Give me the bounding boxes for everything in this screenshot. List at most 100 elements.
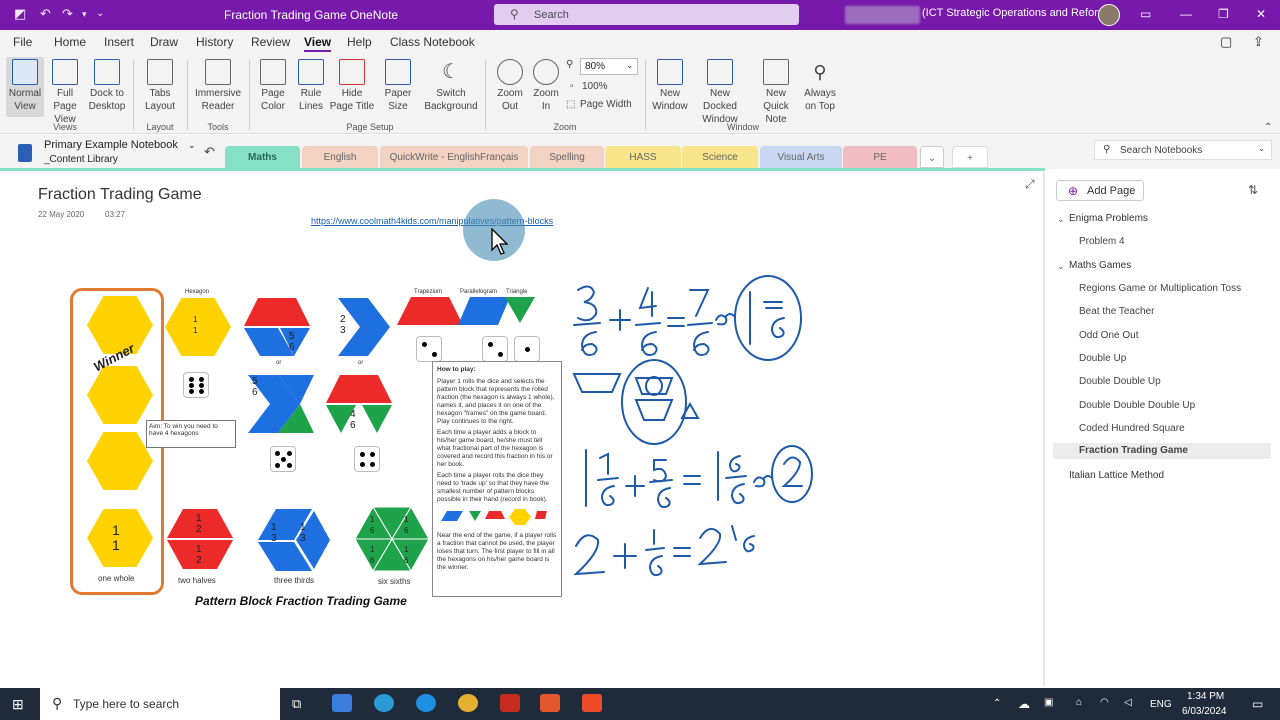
notebook-name[interactable]: Primary Example Notebook [44, 139, 178, 151]
menu-file[interactable]: File [13, 35, 32, 49]
new-window-button[interactable]: New Window [650, 57, 690, 117]
app-c-icon[interactable] [582, 694, 602, 712]
redo-icon[interactable]: ↷ [62, 6, 73, 22]
zoom-100-button[interactable]: 100% [582, 81, 608, 92]
search-scope-dropdown-icon[interactable]: ⌄ [1258, 144, 1265, 153]
menu-class-notebook[interactable]: Class Notebook [390, 35, 475, 49]
tabs-layout-button[interactable]: Tabs Layout [138, 57, 182, 117]
menu-draw[interactable]: Draw [150, 35, 178, 49]
undo-icon[interactable]: ↶ [40, 6, 51, 22]
windows-start-icon[interactable]: ⊞ [12, 696, 24, 713]
page-item[interactable]: Odd One Out [1079, 330, 1138, 341]
back-icon[interactable]: ↶ [204, 144, 215, 160]
page-item[interactable]: Enigma Problems [1069, 213, 1148, 224]
new-docked-window-button[interactable]: New Docked Window [692, 57, 748, 125]
acrobat-icon[interactable] [500, 694, 520, 712]
zoom-out-icon [497, 59, 523, 85]
chrome-icon[interactable] [458, 694, 478, 712]
expand-icon[interactable]: ⤢ [1025, 177, 1035, 192]
onedrive-icon[interactable]: ☁ [1018, 697, 1030, 711]
page-item[interactable]: Double Up [1079, 353, 1126, 364]
more-icon[interactable]: ⌄ [96, 8, 104, 19]
page-item[interactable]: Double Double Up [1079, 376, 1161, 387]
notification-app-icon[interactable]: ▣ [1044, 697, 1053, 708]
page-item[interactable]: Problem 4 [1079, 236, 1125, 247]
menu-help[interactable]: Help [347, 35, 372, 49]
share-icon[interactable]: ⇪ [1253, 34, 1264, 50]
page-color-button[interactable]: Page Color [253, 57, 293, 117]
normal-view-button[interactable]: Normal View [6, 57, 44, 117]
add-section-button[interactable]: + [952, 146, 988, 168]
avatar[interactable] [1098, 4, 1120, 26]
page-item[interactable]: Italian Lattice Method [1069, 470, 1164, 481]
tab-section-3[interactable]: QuickWrite - EnglishFrançais [380, 146, 528, 168]
tab-section-8[interactable]: PE [843, 146, 917, 168]
input-language[interactable]: ENG [1150, 699, 1172, 710]
page-item[interactable]: Beat the Teacher [1079, 306, 1154, 317]
volume-icon[interactable]: ◁ [1124, 697, 1132, 708]
account-org[interactable]: (ICT Strategic Operations and Reform) [922, 7, 1111, 19]
more-sections-icon[interactable]: ⌄ [920, 146, 944, 168]
always-on-top-button[interactable]: ⚲ Always on Top [802, 57, 838, 117]
notifications-center-icon[interactable]: ▭ [1252, 697, 1263, 711]
collapse-chevron-icon[interactable]: ⌄ [1057, 261, 1065, 272]
rule-lines-button[interactable]: Rule Lines [293, 57, 329, 117]
paper-size-button[interactable]: Paper Size [380, 57, 416, 117]
network-icon[interactable]: ⌂ [1076, 697, 1082, 708]
page-item[interactable]: Fraction Trading Game [1053, 443, 1271, 459]
notebook-dropdown-icon[interactable]: ⌄ [188, 140, 196, 151]
task-view-icon[interactable]: ⧉ [292, 696, 301, 712]
page-title[interactable]: Fraction Trading Game [38, 186, 202, 204]
section-group-name[interactable]: _Content Library [44, 154, 118, 165]
dock-desktop-button[interactable]: Dock to Desktop [86, 57, 128, 117]
wifi-icon[interactable]: ◠ [1100, 697, 1109, 708]
page-item[interactable]: Coded Hundred Square [1079, 423, 1185, 434]
zoom-in-button[interactable]: Zoom In [528, 57, 564, 117]
ribbon-display-icon[interactable]: ▭ [1140, 7, 1151, 21]
mail-icon[interactable] [332, 694, 352, 712]
page-item[interactable]: Double Double Double Up [1079, 400, 1195, 411]
hide-page-title-button[interactable]: Hide Page Title [329, 57, 375, 117]
taskbar-search-input[interactable]: ⚲ Type here to search [40, 688, 280, 720]
tab-section-7[interactable]: Visual Arts [760, 146, 842, 168]
clock-date[interactable]: 6/03/2024 [1182, 706, 1227, 717]
zoom-dropdown-icon[interactable]: ⌄ [626, 61, 633, 70]
collapse-ribbon-icon[interactable]: ⌃ [1264, 122, 1272, 133]
switch-background-button[interactable]: ☾ Switch Background [424, 57, 478, 117]
restore-icon[interactable]: ❐ [1218, 7, 1229, 21]
new-quick-note-button[interactable]: New Quick Note [752, 57, 800, 125]
customize-toolbar-icon[interactable]: ▾ [82, 9, 87, 20]
zoom-out-button[interactable]: Zoom Out [492, 57, 528, 117]
clock-time[interactable]: 1:34 PM [1187, 691, 1224, 702]
minimize-icon[interactable]: — [1180, 7, 1192, 21]
menu-insert[interactable]: Insert [104, 35, 134, 49]
page-width-button[interactable]: Page Width [580, 99, 632, 110]
page-item[interactable]: Maths Games [1069, 260, 1131, 271]
close-icon[interactable]: ✕ [1256, 7, 1266, 21]
sort-pages-icon[interactable]: ⇅ [1248, 183, 1258, 197]
app-s-icon[interactable] [540, 694, 560, 712]
full-page-view-button[interactable]: Full Page View [44, 57, 86, 125]
edge-icon[interactable] [374, 694, 394, 712]
tab-section-1[interactable]: Maths [225, 146, 300, 168]
zoom-level-input[interactable]: 80% ⌄ [580, 58, 638, 75]
search-input[interactable]: ⚲ Search [494, 4, 799, 25]
tab-section-4[interactable]: Spelling [530, 146, 604, 168]
quick-note-label: New Quick Note [763, 88, 789, 125]
menu-view[interactable]: View [304, 35, 332, 52]
notifications-icon[interactable]: ▢ [1220, 34, 1232, 50]
tray-overflow-icon[interactable]: ⌃ [993, 698, 1001, 709]
add-page-button[interactable]: ⊕ Add Page [1056, 180, 1144, 201]
tab-section-5[interactable]: HASS [605, 146, 681, 168]
menu-review[interactable]: Review [251, 35, 290, 49]
immersive-reader-button[interactable]: Immersive Reader [192, 57, 244, 117]
tab-section-2[interactable]: English [302, 146, 378, 168]
collapse-chevron-icon[interactable]: ⌄ [1057, 214, 1065, 225]
tab-section-6[interactable]: Science [682, 146, 758, 168]
edge-beta-icon[interactable] [416, 694, 436, 712]
page-item[interactable]: Regions Game or Multiplication Toss [1079, 283, 1241, 294]
menu-home[interactable]: Home [54, 35, 86, 49]
account-name-redacted [845, 6, 920, 24]
search-notebooks-input[interactable]: ⚲ Search Notebooks ⌄ [1094, 140, 1272, 160]
menu-history[interactable]: History [196, 35, 233, 49]
